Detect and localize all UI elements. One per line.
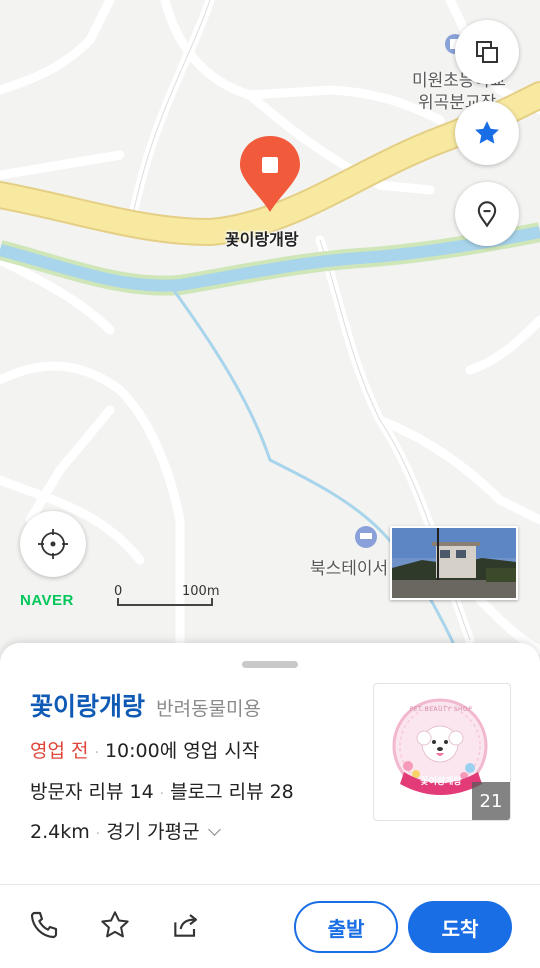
place-title-row: 꽃이랑개랑 반려동물미용 — [30, 687, 261, 723]
chevron-down-icon[interactable] — [207, 823, 221, 836]
share-icon[interactable] — [170, 909, 202, 941]
location-pin-icon — [477, 201, 497, 228]
save-location-button[interactable] — [455, 182, 519, 246]
star-icon — [475, 121, 499, 144]
scale-start-label: 0 — [114, 584, 123, 599]
separator-dot: · — [95, 826, 101, 842]
blog-reviews-link[interactable]: 블로그 리뷰 28 — [170, 781, 294, 803]
visitor-reviews-link[interactable]: 방문자 리뷰 14 — [30, 781, 154, 803]
favorite-star-icon[interactable] — [99, 909, 131, 941]
street-view-thumbnail[interactable] — [390, 526, 518, 600]
place-category: 반려동물미용 — [156, 698, 261, 720]
sheet-grabber[interactable] — [242, 661, 298, 668]
business-hours: 10:00에 영업 시작 — [104, 740, 260, 762]
logo-ribbon-text: 꽃이랑개랑 — [420, 777, 462, 787]
layers-icon — [476, 41, 498, 63]
separator-dot: · — [94, 745, 99, 761]
layers-button[interactable] — [455, 20, 519, 84]
map-view[interactable]: 미원초등학교 위곡분교장 북스테이서 꽃이랑개랑 NAVER 0 100m — [0, 0, 540, 680]
scale-end-label: 100m — [182, 584, 220, 599]
favorites-button[interactable] — [455, 101, 519, 165]
current-location-icon — [38, 529, 68, 559]
pin-label[interactable]: 꽃이랑개랑 — [225, 226, 299, 250]
location-row[interactable]: 2.4km · 경기 가평군 — [30, 817, 221, 844]
depart-button[interactable]: 출발 — [294, 901, 398, 953]
naver-logo: NAVER — [20, 592, 74, 609]
divider — [0, 884, 540, 885]
arrive-button[interactable]: 도착 — [408, 901, 512, 953]
business-status: 영업 전 — [30, 740, 89, 762]
place-photo[interactable]: PET BEAUTY SHOP 꽃이랑개랑 21 — [373, 683, 511, 821]
hours-row[interactable]: 영업 전 · 10:00에 영업 시작 — [30, 736, 259, 763]
place-info-sheet[interactable]: 꽃이랑개랑 반려동물미용 영업 전 · 10:00에 영업 시작 방문자 리뷰 14… — [0, 643, 540, 968]
region: 경기 가평군 — [106, 821, 200, 843]
scale-bar — [117, 598, 213, 606]
street-photo — [392, 528, 516, 598]
phone-icon[interactable] — [28, 909, 60, 941]
distance: 2.4km — [30, 821, 90, 843]
place-name[interactable]: 꽃이랑개랑 — [30, 692, 145, 721]
guesthouse-label[interactable]: 북스테이서 — [310, 554, 388, 579]
logo-arc-text: PET BEAUTY SHOP — [409, 706, 473, 713]
separator-dot: · — [159, 786, 165, 802]
reviews-row: 방문자 리뷰 14 · 블로그 리뷰 28 — [30, 777, 294, 804]
current-location-button[interactable] — [20, 511, 86, 577]
photo-count-badge: 21 — [472, 782, 510, 820]
